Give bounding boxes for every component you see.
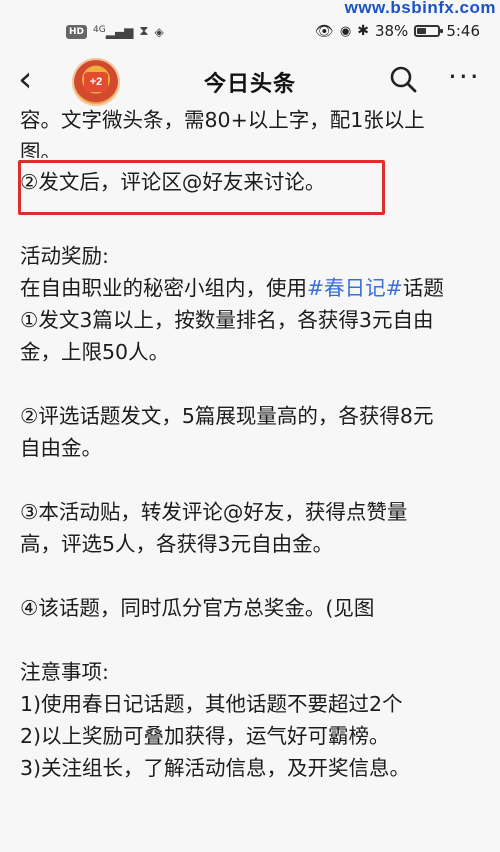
note-item-2: 2)以上奖励可叠加获得，运气好可霸榜。: [20, 724, 390, 748]
note-item-1: 1)使用春日记话题，其他话题不要超过2个: [20, 692, 403, 716]
more-options-icon[interactable]: ···: [448, 63, 482, 92]
battery-percent: 38%: [374, 22, 409, 40]
battery-icon: [414, 25, 444, 37]
eye-icon: 👁: [314, 22, 334, 40]
article-line: 容。文字微头条，需80+以上字，配1张以上: [20, 108, 425, 132]
status-right-icons: 👁 ◉ ✱ 38% 5:46: [315, 22, 480, 40]
status-left-icons: HD 4G▂▄▆ ⧗ ◈: [66, 24, 164, 39]
hashtag-link[interactable]: #春日记#: [307, 276, 403, 300]
note-item-3: 3)关注组长，了解活动信息，及开奖信息。: [20, 756, 411, 780]
reward-item-1-cont: 金，上限50人。: [20, 340, 170, 364]
cellular-signal-icon: 4G▂▄▆: [93, 25, 133, 39]
reward-item-4: ④该话题，同时瓜分官方总奖金。(见图: [20, 596, 375, 620]
signal-bars-icon: ▂▄▆: [105, 24, 134, 39]
network-type-label: 4G: [93, 24, 106, 35]
highlight-annotation-box: [18, 160, 385, 215]
status-bar: HD 4G▂▄▆ ⧗ ◈ 👁 ◉ ✱ 38% 5:46 www.bsbinfx.…: [0, 0, 500, 62]
rewards-intro-prefix: 在自由职业的秘密小组内，使用: [20, 276, 307, 300]
hourglass-icon: ⧗: [139, 24, 149, 39]
bluetooth-icon: ✱: [357, 23, 369, 39]
rewards-heading: 活动奖励:: [20, 244, 109, 268]
page-title: 今日头条: [203, 72, 296, 97]
reward-item-3-cont: 高，评选5人，各获得3元自由金。: [20, 532, 334, 556]
watermark-text: www.bsbinfx.com: [344, 0, 496, 17]
hd-badge: HD: [66, 24, 88, 39]
clock-time: 5:46: [446, 22, 480, 40]
reward-item-2-cont: 自由金。: [20, 436, 102, 460]
rewards-intro: 在自由职业的秘密小组内，使用#春日记#话题: [20, 272, 490, 304]
notification-diamond-icon: ◈: [154, 24, 164, 39]
top-nav-bar: ‹ +2 今日头条 ···: [0, 58, 500, 108]
battery-fill: [417, 28, 426, 34]
search-icon[interactable]: [388, 64, 418, 94]
article-line: 图。: [20, 140, 61, 158]
alarm-icon: ◉: [339, 23, 352, 39]
notes-heading: 注意事项:: [20, 660, 109, 684]
reward-item-1: ①发文3篇以上，按数量排名，各获得3元自由: [20, 308, 434, 332]
reward-item-3: ③本活动贴，转发评论@好友，获得点赞量: [20, 500, 408, 524]
reward-item-2: ②评选话题发文，5篇展现量高的，各获得8元: [20, 404, 434, 428]
rewards-intro-suffix: 话题: [402, 276, 444, 300]
